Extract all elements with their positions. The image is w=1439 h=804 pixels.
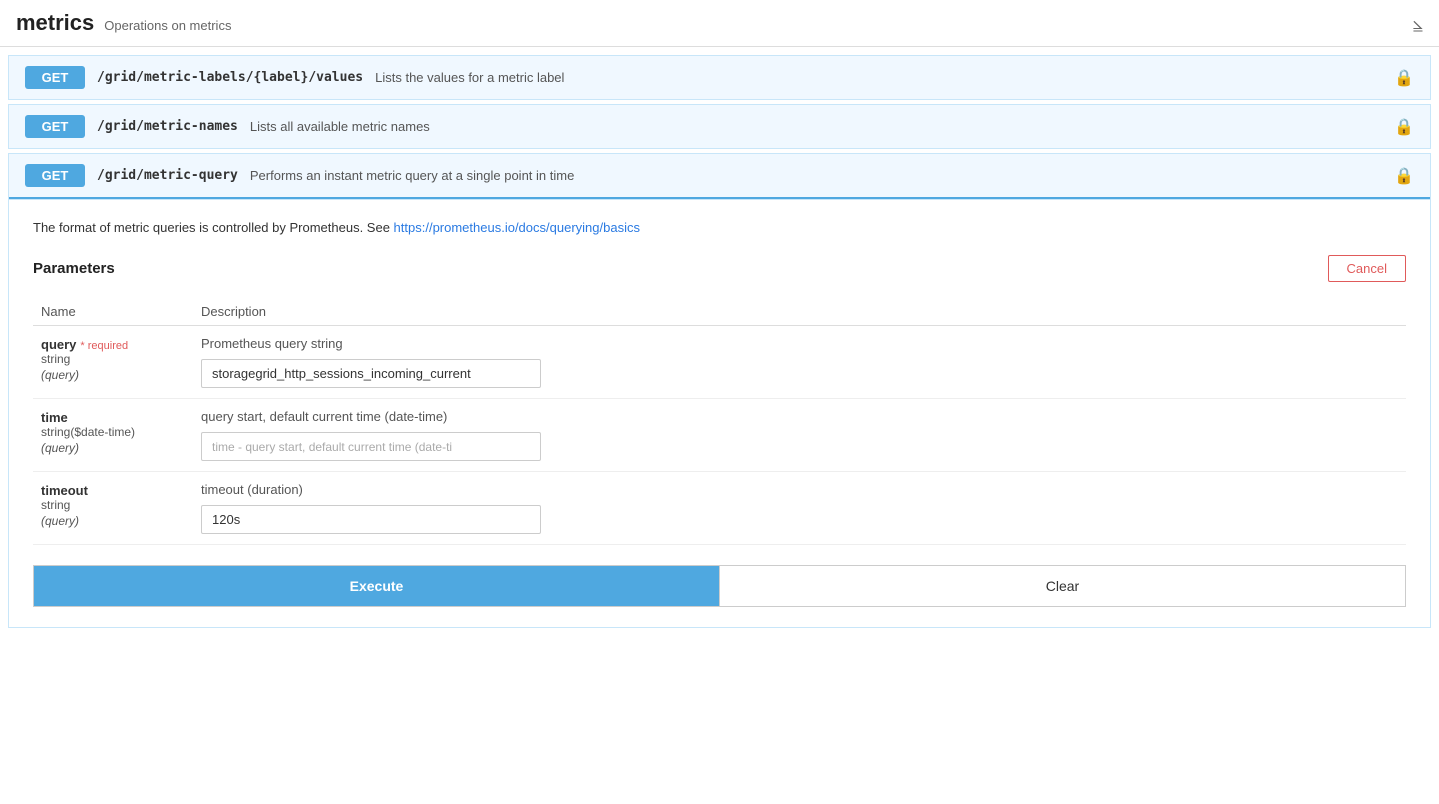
param-required-query: * required bbox=[80, 340, 128, 352]
param-input-time[interactable] bbox=[201, 432, 541, 461]
param-name-time: time bbox=[41, 410, 68, 425]
endpoint-metric-names: GET /grid/metric-names Lists all availab… bbox=[8, 104, 1431, 149]
params-title: Parameters bbox=[33, 260, 115, 277]
prometheus-link[interactable]: https://prometheus.io/docs/querying/basi… bbox=[394, 220, 640, 235]
action-bar: Execute Clear bbox=[33, 565, 1406, 607]
page-header: metrics Operations on metrics ⦥ bbox=[0, 0, 1439, 47]
param-context-time: (query) bbox=[41, 441, 79, 455]
param-row-time: timestring($date-time) (query) query start… bbox=[33, 399, 1406, 472]
endpoint-header-metric-names[interactable]: GET /grid/metric-names Lists all availab… bbox=[9, 105, 1430, 148]
param-name-timeout: timeout bbox=[41, 483, 88, 498]
param-desc-cell-query: Prometheus query string bbox=[193, 326, 1406, 399]
endpoint-header-metric-labels[interactable]: GET /grid/metric-labels/{label}/values L… bbox=[9, 56, 1430, 99]
endpoint-desc-query: Performs an instant metric query at a si… bbox=[250, 168, 574, 183]
lock-icon-names: 🔒 bbox=[1394, 117, 1414, 137]
param-type-query: string bbox=[41, 352, 185, 366]
endpoint-path-names: /grid/metric-names bbox=[97, 119, 238, 134]
header-left: metrics Operations on metrics bbox=[16, 10, 231, 36]
param-name-cell-timeout: timeoutstring (query) bbox=[33, 472, 193, 545]
page-container: metrics Operations on metrics ⦥ GET /gri… bbox=[0, 0, 1439, 628]
param-context-timeout: (query) bbox=[41, 514, 79, 528]
expanded-content: The format of metric queries is controll… bbox=[9, 199, 1430, 627]
param-context-query: (query) bbox=[41, 368, 79, 382]
param-name-query: query bbox=[41, 337, 76, 352]
endpoint-desc-names: Lists all available metric names bbox=[250, 119, 430, 134]
endpoint-header-metric-query[interactable]: GET /grid/metric-query Performs an insta… bbox=[9, 154, 1430, 199]
method-badge-get-labels: GET bbox=[25, 66, 85, 89]
param-desc-cell-time: query start, default current time (date-… bbox=[193, 399, 1406, 472]
endpoint-metric-labels: GET /grid/metric-labels/{label}/values L… bbox=[8, 55, 1431, 100]
execute-button[interactable]: Execute bbox=[34, 566, 719, 606]
param-desc-text-timeout: timeout (duration) bbox=[201, 482, 1398, 497]
endpoint-metric-query: GET /grid/metric-query Performs an insta… bbox=[8, 153, 1431, 628]
prometheus-note-text: The format of metric queries is controll… bbox=[33, 220, 394, 235]
col-name: Name bbox=[33, 298, 193, 326]
params-header: Parameters Cancel bbox=[33, 255, 1406, 282]
param-input-query[interactable] bbox=[201, 359, 541, 388]
param-input-timeout[interactable] bbox=[201, 505, 541, 534]
param-row-query: query * requiredstring (query) Prometheus q… bbox=[33, 326, 1406, 399]
param-name-cell-query: query * requiredstring (query) bbox=[33, 326, 193, 399]
page-subtitle: Operations on metrics bbox=[104, 18, 231, 33]
params-table: Name Description query* requiredstring(q… bbox=[33, 298, 1406, 545]
param-type-time: string($date-time) bbox=[41, 425, 185, 439]
param-desc-cell-timeout: timeout (duration) bbox=[193, 472, 1406, 545]
endpoint-path-query: /grid/metric-query bbox=[97, 168, 238, 183]
lock-icon-labels: 🔒 bbox=[1394, 68, 1414, 88]
param-type-timeout: string bbox=[41, 498, 185, 512]
method-badge-get-query: GET bbox=[25, 164, 85, 187]
page-title: metrics bbox=[16, 10, 94, 36]
param-name-cell-time: timestring($date-time) (query) bbox=[33, 399, 193, 472]
clear-button[interactable]: Clear bbox=[719, 566, 1405, 606]
endpoint-path-labels: /grid/metric-labels/{label}/values bbox=[97, 70, 363, 85]
param-desc-text-time: query start, default current time (date-… bbox=[201, 409, 1398, 424]
prometheus-note: The format of metric queries is controll… bbox=[33, 220, 1406, 235]
param-desc-text-query: Prometheus query string bbox=[201, 336, 1398, 351]
param-row-timeout: timeoutstring (query) timeout (duration) bbox=[33, 472, 1406, 545]
method-badge-get-names: GET bbox=[25, 115, 85, 138]
endpoint-desc-labels: Lists the values for a metric label bbox=[375, 70, 564, 85]
collapse-icon[interactable]: ⦥ bbox=[1413, 13, 1423, 34]
cancel-button[interactable]: Cancel bbox=[1328, 255, 1406, 282]
col-description: Description bbox=[193, 298, 1406, 326]
lock-icon-query: 🔒 bbox=[1394, 166, 1414, 186]
